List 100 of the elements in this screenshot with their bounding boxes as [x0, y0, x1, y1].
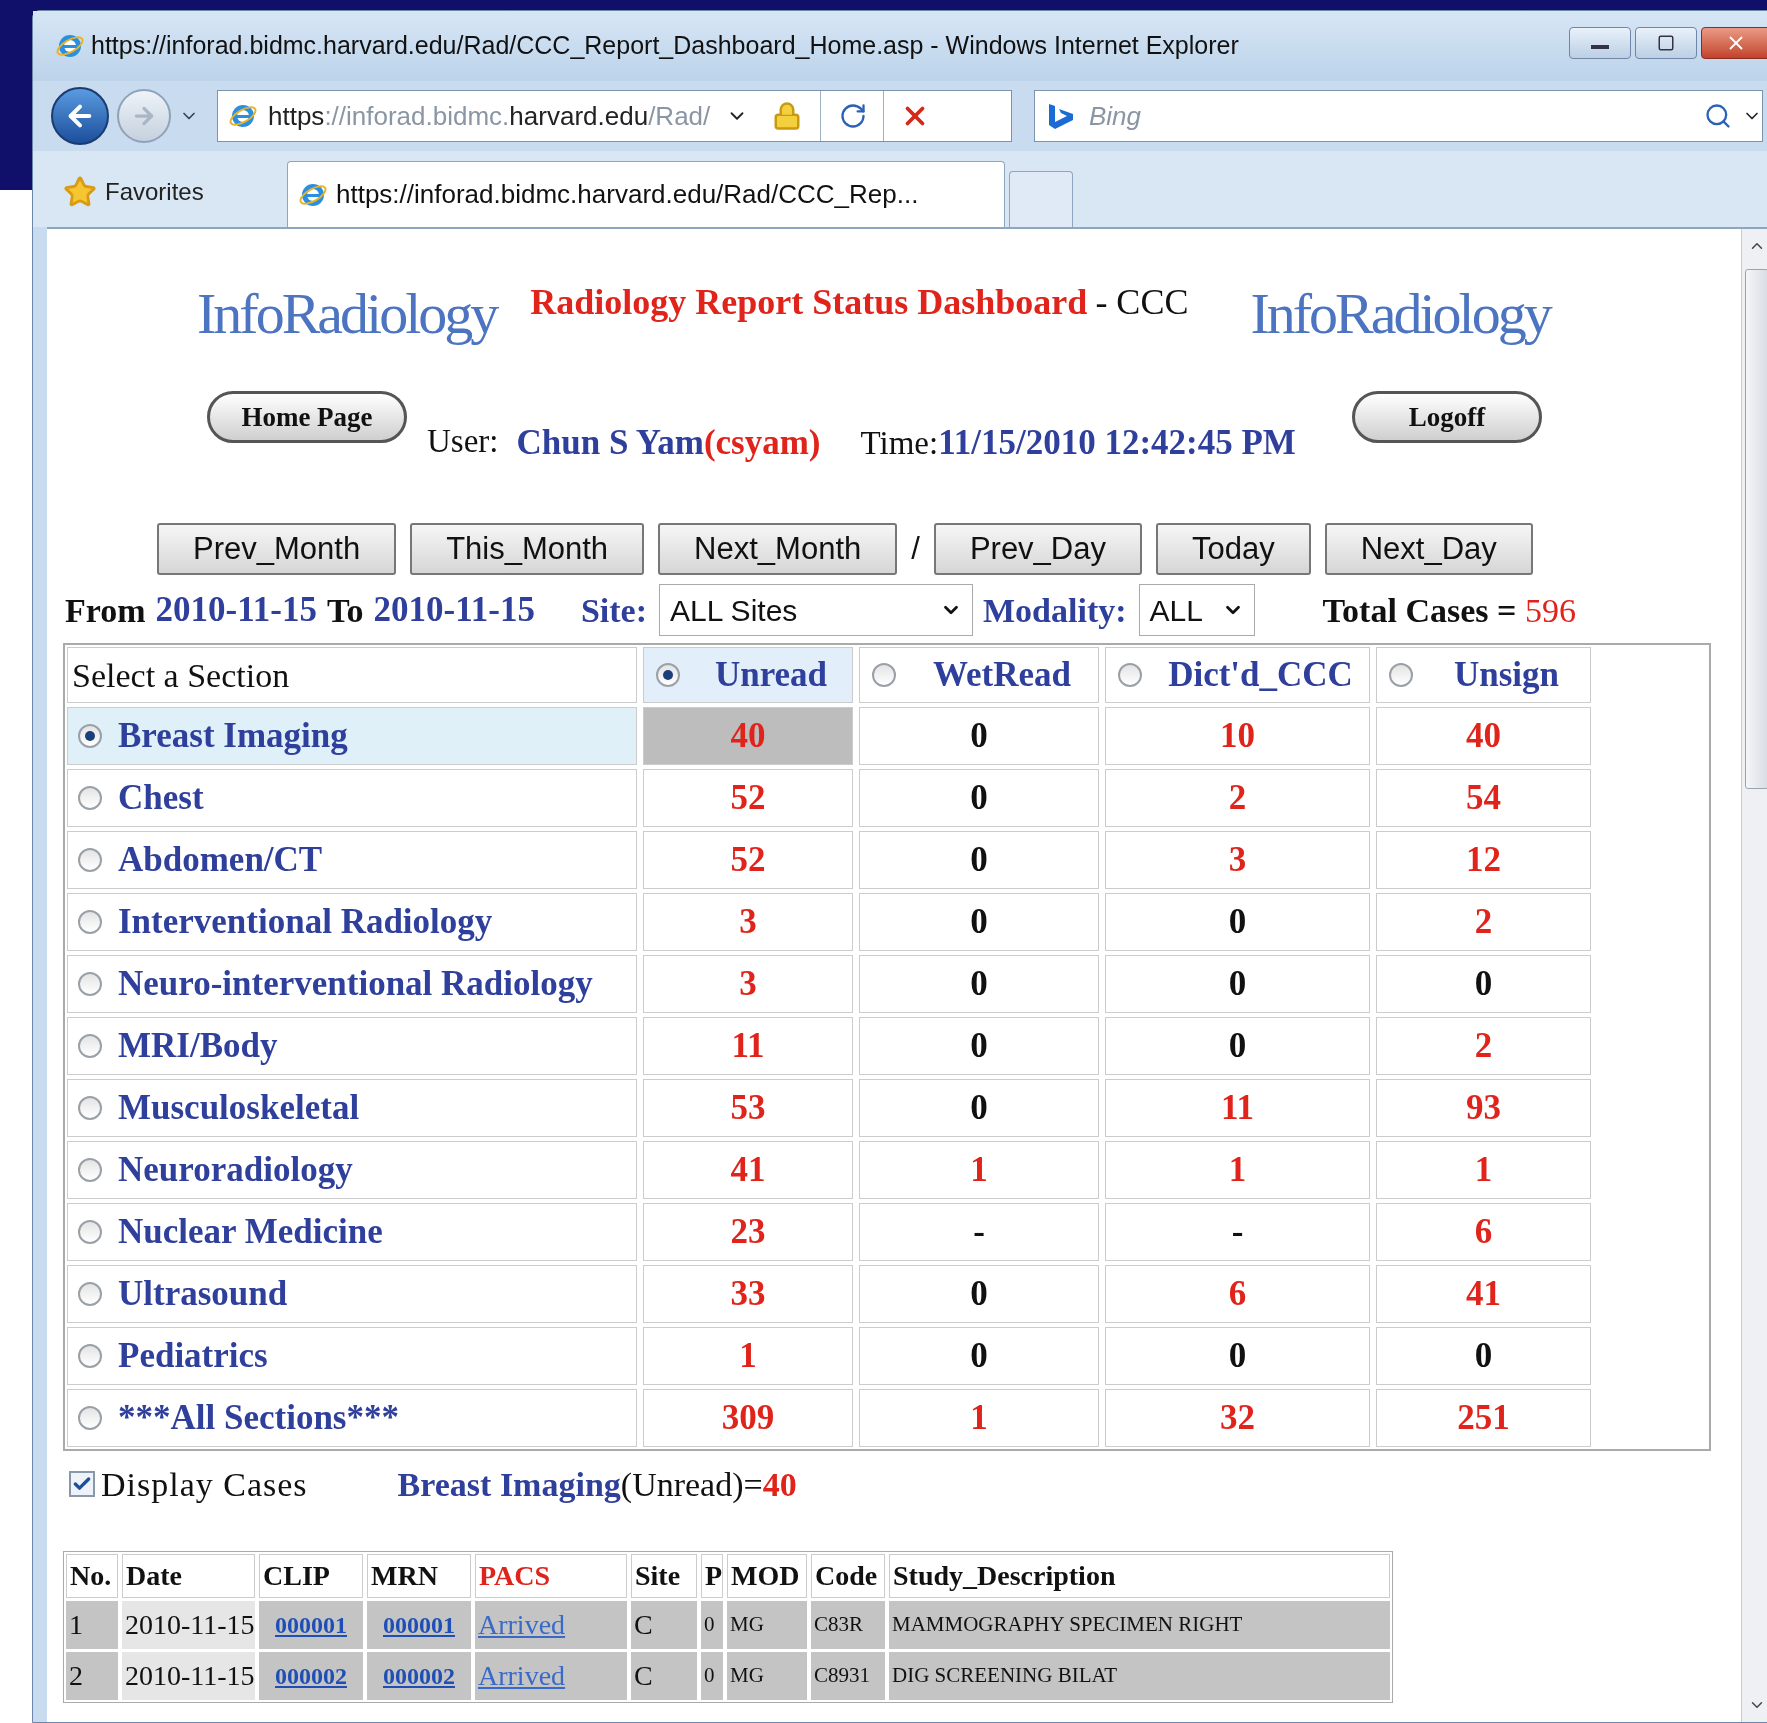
section-row[interactable]: Neuro-interventional Radiology	[67, 955, 637, 1013]
radio-button[interactable]	[656, 663, 680, 687]
user-name: Chun S Yam(csyam)	[516, 422, 821, 464]
section-row[interactable]: Neuroradiology	[67, 1141, 637, 1199]
table-header-cell: Date	[122, 1554, 255, 1598]
count-cell: 1	[1376, 1141, 1591, 1199]
section-row[interactable]: Interventional Radiology	[67, 893, 637, 951]
maximize-button[interactable]	[1635, 27, 1697, 59]
table-cell-text: 2	[69, 1659, 83, 1693]
count-cell: 0	[1105, 893, 1370, 951]
date-nav-button[interactable]: Prev_Month	[157, 523, 397, 575]
table-cell-text: 0	[704, 1611, 715, 1639]
table-header-cell: Site	[631, 1554, 697, 1598]
home-page-button[interactable]: Home Page	[207, 391, 407, 443]
column-header: Unread	[713, 653, 829, 696]
date-nav-button[interactable]: Next_Day	[1324, 523, 1533, 575]
minimize-icon	[1591, 45, 1609, 49]
radio-button[interactable]	[78, 1406, 102, 1430]
count-cell: 41	[643, 1141, 853, 1199]
radio-button[interactable]	[78, 1282, 102, 1306]
count-cell: 0	[859, 1327, 1099, 1385]
minimize-button[interactable]	[1569, 27, 1631, 59]
section-row[interactable]: Abdomen/CT	[67, 831, 637, 889]
section-row[interactable]: Nuclear Medicine	[67, 1203, 637, 1261]
radio-button[interactable]	[78, 1220, 102, 1244]
date-nav-button[interactable]: This_Month	[410, 523, 645, 575]
back-button[interactable]	[51, 87, 109, 145]
count-cell: 40	[1376, 707, 1591, 765]
column-header: Dict'd_CCC	[1167, 653, 1354, 696]
count-cell: 23	[643, 1203, 853, 1261]
total-cases: Total Cases = 596	[1322, 590, 1576, 631]
table-cell-text: 1	[69, 1608, 83, 1642]
count-cell: 0	[859, 893, 1099, 951]
table-header-cell: No.	[66, 1554, 118, 1598]
count-cell: 0	[859, 831, 1099, 889]
address-bar[interactable]: https://inforad.bidmc.harvard.edu/Rad/	[217, 90, 1012, 142]
count-cell: 0	[1105, 955, 1370, 1013]
scrollbar[interactable]	[1741, 229, 1767, 1722]
section-row[interactable]: Chest	[67, 769, 637, 827]
radio-button[interactable]	[78, 1344, 102, 1368]
table-cell-text: 2010-11-15	[125, 1659, 255, 1693]
count-cell: 0	[1105, 1327, 1370, 1385]
to-label: To	[326, 590, 364, 631]
section-row[interactable]: Ultrasound	[67, 1265, 637, 1323]
to-date: 2010-11-15	[373, 588, 535, 631]
radio-button[interactable]	[78, 724, 102, 748]
radio-button[interactable]	[872, 663, 896, 687]
table-cell-text: 2010-11-15	[125, 1608, 255, 1642]
scroll-thumb[interactable]	[1744, 269, 1767, 789]
table-cell-text: DIG SCREENING BILAT	[892, 1662, 1118, 1690]
logoff-button[interactable]: Logoff	[1351, 391, 1542, 443]
count-cell: 2	[1376, 1017, 1591, 1075]
count-cell: 2	[1105, 769, 1370, 827]
radio-button[interactable]	[78, 848, 102, 872]
count-cell: 0	[859, 1017, 1099, 1075]
count-cell: 12	[1376, 831, 1591, 889]
display-cases-checkbox[interactable]	[69, 1471, 95, 1497]
radio-button[interactable]	[78, 1034, 102, 1058]
address-url: https://inforad.bidmc.harvard.edu/Rad/	[268, 99, 711, 133]
section-row[interactable]: Pediatrics	[67, 1327, 637, 1385]
count-cell: 309	[643, 1389, 853, 1447]
page-title: Radiology Report Status Dashboard	[530, 281, 1088, 324]
table-cell-text: MAMMOGRAPHY SPECIMEN RIGHT	[892, 1611, 1243, 1639]
logo: InfoRadiology	[1250, 285, 1550, 343]
radio-button[interactable]	[1389, 663, 1413, 687]
count-cell: 32	[1105, 1389, 1370, 1447]
radio-button[interactable]	[78, 972, 102, 996]
section-row[interactable]: Breast Imaging	[67, 707, 637, 765]
date-nav-button[interactable]: Today	[1156, 523, 1311, 575]
radio-button[interactable]	[78, 1096, 102, 1120]
radio-button[interactable]	[78, 910, 102, 934]
maximize-icon	[1657, 34, 1675, 52]
favorites-button[interactable]: Favorites	[53, 157, 283, 227]
radio-button[interactable]	[78, 786, 102, 810]
count-cell: 0	[859, 707, 1099, 765]
section-row[interactable]: Musculoskeletal	[67, 1079, 637, 1137]
new-tab-button[interactable]	[1009, 171, 1073, 227]
search-icon	[1704, 102, 1732, 130]
radio-button[interactable]	[1118, 663, 1142, 687]
table-header-cell: MRN	[367, 1554, 471, 1598]
display-cases-label: Display Cases	[101, 1464, 308, 1505]
close-button[interactable]	[1701, 27, 1767, 59]
section-row[interactable]: ***All Sections***	[67, 1389, 637, 1447]
browser-tab[interactable]: https://inforad.bidmc.harvard.edu/Rad/CCC_Rep...	[287, 161, 1005, 227]
count-cell: 52	[643, 831, 853, 889]
forward-button[interactable]	[117, 89, 171, 143]
table-header-cell: PACS	[475, 1554, 627, 1598]
refresh-icon	[839, 102, 868, 130]
count-cell: 93	[1376, 1079, 1591, 1137]
time-display: Time:11/15/2010 12:42:45 PM	[860, 422, 1296, 464]
radio-button[interactable]	[78, 1158, 102, 1182]
site-dropdown[interactable]: ALL Sites	[659, 584, 973, 636]
date-nav-button[interactable]: Next_Month	[658, 523, 898, 575]
case-summary: Breast Imaging(Unread)=40	[397, 1464, 797, 1505]
date-nav-button[interactable]: Prev_Day	[933, 523, 1142, 575]
table-header-cell: P	[701, 1554, 723, 1598]
separator: /	[911, 529, 920, 568]
modality-dropdown[interactable]: ALL	[1138, 584, 1255, 636]
section-row[interactable]: MRI/Body	[67, 1017, 637, 1075]
table-cell-text: 0	[704, 1662, 715, 1690]
